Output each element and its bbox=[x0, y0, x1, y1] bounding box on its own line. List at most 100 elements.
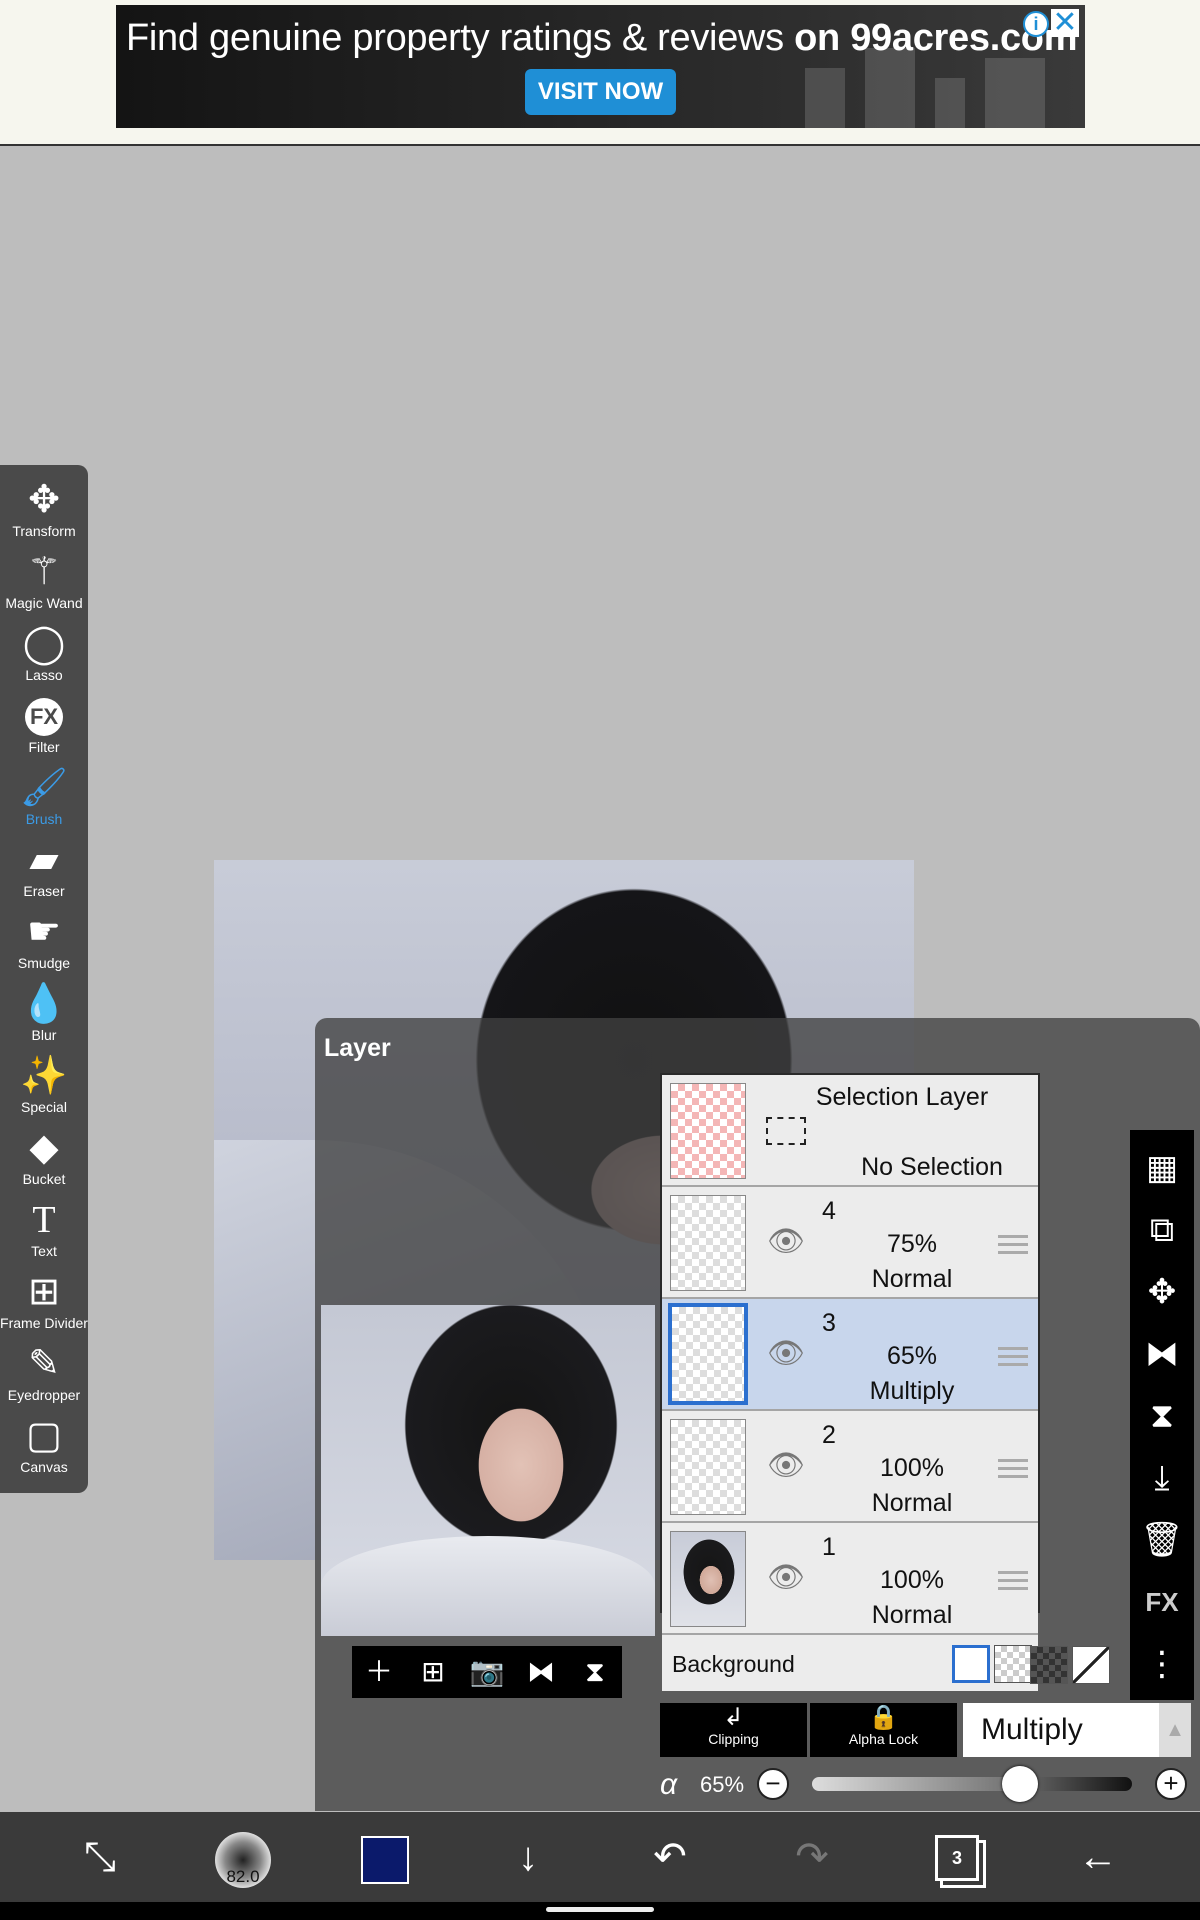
tool-label: Filter bbox=[28, 739, 60, 755]
opacity-value: 65% bbox=[700, 1772, 745, 1797]
camera-icon[interactable]: 📷 bbox=[462, 1646, 512, 1698]
blend-mode-select[interactable]: Multiply bbox=[963, 1703, 1159, 1757]
add-layer-icon[interactable]: ＋ bbox=[354, 1646, 404, 1698]
flip-vertical-icon[interactable]: ⧗ bbox=[1130, 1386, 1194, 1446]
tool-frame-divider[interactable]: ⊞ Frame Divider bbox=[0, 1269, 88, 1341]
opacity-slider-thumb[interactable] bbox=[1002, 1766, 1038, 1802]
tool-blur[interactable]: 💧 Blur bbox=[0, 981, 88, 1053]
tool-special[interactable]: ✨ Special bbox=[0, 1053, 88, 1125]
tool-label: Canvas bbox=[20, 1459, 68, 1475]
ad-visit-now-button[interactable]: VISIT NOW bbox=[525, 69, 676, 115]
tool-label: Eraser bbox=[23, 883, 65, 899]
move-arrows-icon[interactable]: ✥ bbox=[1130, 1262, 1194, 1322]
background-white-option[interactable] bbox=[952, 1645, 990, 1683]
eye-icon[interactable]: 👁 bbox=[766, 1563, 806, 1593]
selection-layer-thumbnail bbox=[670, 1083, 746, 1179]
ad-banner[interactable]: Find genuine property ratings & reviews … bbox=[116, 5, 1085, 128]
tool-brush[interactable]: 🖌 Brush bbox=[0, 765, 88, 837]
tool-label: Special bbox=[21, 1099, 67, 1115]
fx-icon: FX bbox=[0, 693, 88, 739]
selection-marquee-icon bbox=[766, 1117, 806, 1145]
tool-label: Blur bbox=[31, 1027, 57, 1043]
bucket-icon: ◆ bbox=[29, 1127, 59, 1169]
droplet-icon: 💧 bbox=[20, 983, 68, 1025]
smudge-icon: ☛ bbox=[26, 911, 62, 953]
tool-lasso[interactable]: ◯ Lasso bbox=[0, 621, 88, 693]
fx-icon[interactable]: FX bbox=[1130, 1572, 1194, 1632]
blend-mode-up-icon[interactable]: ▲ bbox=[1159, 1703, 1191, 1757]
flip-horizontal-icon[interactable]: ⧓ bbox=[1130, 1324, 1194, 1384]
layer-list: Selection Layer No Selection 👁 4 75% Nor… bbox=[660, 1073, 1040, 1691]
tool-eraser[interactable]: ▰ Eraser bbox=[0, 837, 88, 909]
tool-label: Brush bbox=[25, 811, 63, 827]
background-dark-checker-option[interactable] bbox=[1030, 1646, 1068, 1684]
tool-canvas[interactable]: ▢ Canvas bbox=[0, 1413, 88, 1485]
tool-smudge[interactable]: ☛ Smudge bbox=[0, 909, 88, 981]
more-vertical-icon[interactable]: ⋮ bbox=[1130, 1634, 1194, 1694]
lasso-icon: ◯ bbox=[22, 623, 66, 665]
flip-vertical-icon[interactable]: ⧗ bbox=[570, 1646, 620, 1698]
background-row: Background bbox=[662, 1635, 1038, 1691]
redo-icon[interactable]: ↷ bbox=[777, 1822, 847, 1892]
alpha-lock-button[interactable]: 🔒 Alpha Lock bbox=[810, 1703, 957, 1757]
drag-handle-icon[interactable] bbox=[998, 1347, 1028, 1367]
close-icon[interactable]: ✕ bbox=[1051, 8, 1079, 38]
copy-layer-icon[interactable]: ⊞ bbox=[408, 1646, 458, 1698]
tool-filter[interactable]: FX Filter bbox=[0, 693, 88, 765]
opacity-decrease-button[interactable]: − bbox=[757, 1768, 789, 1800]
info-icon[interactable]: i bbox=[1023, 11, 1049, 37]
move-arrows-icon: ✥ bbox=[28, 479, 60, 521]
layer-preview-image bbox=[321, 1305, 655, 1636]
drag-handle-icon[interactable] bbox=[998, 1235, 1028, 1255]
current-color-swatch[interactable] bbox=[361, 1836, 409, 1884]
layer-row[interactable]: 👁 2 100% Normal bbox=[662, 1411, 1038, 1523]
eye-icon[interactable]: 👁 bbox=[766, 1339, 806, 1369]
layer-thumbnail bbox=[668, 1303, 748, 1405]
undo-icon[interactable]: ↶ bbox=[635, 1822, 705, 1892]
background-none-option[interactable] bbox=[1072, 1646, 1110, 1684]
drag-handle-icon[interactable] bbox=[998, 1459, 1028, 1479]
trash-icon[interactable]: 🗑 bbox=[1130, 1510, 1194, 1570]
eyedropper-icon: ✎ bbox=[28, 1343, 60, 1385]
layer-blend-mode: Normal bbox=[871, 1601, 953, 1629]
layer-row[interactable]: 👁 1 100% Normal bbox=[662, 1523, 1038, 1635]
layers-button[interactable]: 3 bbox=[935, 1835, 979, 1881]
transparency-checker-icon[interactable]: ▦ bbox=[1130, 1138, 1194, 1198]
alpha-symbol: α bbox=[660, 1768, 678, 1801]
drag-handle-icon[interactable] bbox=[998, 1571, 1028, 1591]
tool-label: Text bbox=[31, 1243, 57, 1259]
arrow-down-icon[interactable]: ↓ bbox=[493, 1822, 563, 1892]
layer-opacity: 100% bbox=[880, 1454, 944, 1482]
eye-icon[interactable]: 👁 bbox=[766, 1227, 806, 1257]
lock-icon: 🔒 bbox=[868, 1704, 899, 1731]
merge-down-icon[interactable]: ⤓ bbox=[1130, 1448, 1194, 1508]
clipping-button[interactable]: ↲ Clipping bbox=[660, 1703, 807, 1757]
opacity-slider-track[interactable] bbox=[812, 1777, 1132, 1791]
flip-horizontal-icon[interactable]: ⧓ bbox=[516, 1646, 566, 1698]
tool-label: Lasso bbox=[25, 667, 63, 683]
text-icon: T bbox=[32, 1199, 56, 1241]
layer-reference-icon[interactable]: ⧉ bbox=[1130, 1200, 1194, 1260]
layer-row[interactable]: 👁 4 75% Normal bbox=[662, 1187, 1038, 1299]
layer-row-selected[interactable]: 👁 3 65% Multiply bbox=[662, 1299, 1038, 1411]
back-arrow-icon[interactable]: ← bbox=[1063, 1822, 1133, 1892]
layer-number: 1 bbox=[822, 1533, 836, 1561]
tool-text[interactable]: T Text bbox=[0, 1197, 88, 1269]
tool-transform[interactable]: ✥ Transform bbox=[0, 477, 88, 549]
layer-opacity: 100% bbox=[880, 1566, 944, 1594]
background-label: Background bbox=[672, 1651, 795, 1677]
tool-bucket[interactable]: ◆ Bucket bbox=[0, 1125, 88, 1197]
quick-tools-icon[interactable]: ⤡ bbox=[65, 1822, 135, 1892]
background-checker-option[interactable] bbox=[994, 1645, 1032, 1683]
tool-eyedropper[interactable]: ✎ Eyedropper bbox=[0, 1341, 88, 1413]
home-gesture-pill[interactable] bbox=[546, 1907, 654, 1912]
layer-panel: Layer ＋ ⊞ 📷 ⧓ ⧗ Selection Layer No Selec… bbox=[315, 1018, 1200, 1811]
eye-icon[interactable]: 👁 bbox=[766, 1451, 806, 1481]
tool-magic-wand[interactable]: ⚚ Magic Wand bbox=[0, 549, 88, 621]
layer-number: 4 bbox=[822, 1197, 836, 1225]
brush-size-indicator[interactable]: 82.0 bbox=[215, 1832, 271, 1888]
layer-blend-mode: Multiply bbox=[869, 1377, 955, 1405]
layer-thumbnail bbox=[670, 1195, 746, 1291]
opacity-increase-button[interactable]: + bbox=[1155, 1768, 1187, 1800]
selection-layer-row[interactable]: Selection Layer No Selection bbox=[662, 1075, 1038, 1187]
